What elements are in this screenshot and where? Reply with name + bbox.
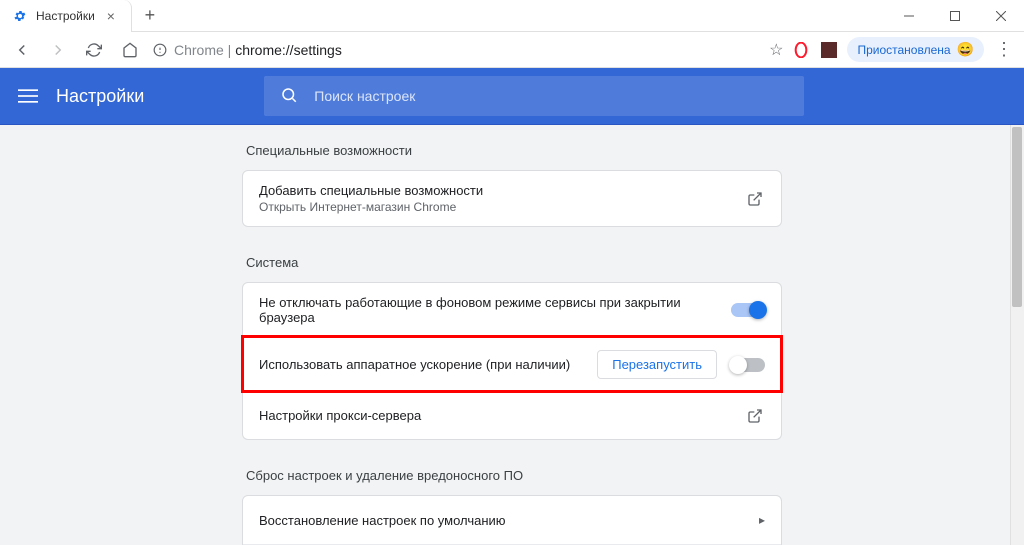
hardware-acceleration-row: Использовать аппаратное ускорение (при н… xyxy=(243,337,781,391)
accessibility-card: Добавить специальные возможности Открыть… xyxy=(242,170,782,227)
scrollbar-track[interactable] xyxy=(1010,125,1024,545)
opera-extension-icon[interactable] xyxy=(791,40,811,60)
settings-header: Настройки xyxy=(0,68,1024,124)
window-titlebar: Настройки × + xyxy=(0,0,1024,32)
restore-defaults-label: Восстановление настроек по умолчанию xyxy=(259,513,759,528)
reset-card: Восстановление настроек по умолчанию ▸ У… xyxy=(242,495,782,545)
reload-button[interactable] xyxy=(80,36,108,64)
site-info-icon[interactable] xyxy=(152,42,168,58)
home-button[interactable] xyxy=(116,36,144,64)
background-apps-toggle[interactable] xyxy=(731,303,765,317)
system-section-title: Система xyxy=(246,255,782,270)
search-icon xyxy=(280,86,298,107)
browser-toolbar: Chrome | chrome://settings ☆ Приостановл… xyxy=(0,32,1024,68)
browser-menu-button[interactable]: ⋮ xyxy=(992,38,1016,62)
add-accessibility-sub: Открыть Интернет-магазин Chrome xyxy=(259,200,745,214)
profile-avatar-icon: 😄 xyxy=(957,41,974,58)
tab-title: Настройки xyxy=(36,9,95,23)
system-card: Не отключать работающие в фоновом режиме… xyxy=(242,282,782,440)
profile-chip[interactable]: Приостановлена 😄 xyxy=(847,37,984,62)
add-accessibility-title: Добавить специальные возможности xyxy=(259,183,745,198)
browser-tab[interactable]: Настройки × xyxy=(0,0,132,32)
address-text: Chrome | chrome://settings xyxy=(174,42,342,58)
minimize-button[interactable] xyxy=(886,0,932,32)
back-button[interactable] xyxy=(8,36,36,64)
external-link-icon xyxy=(745,189,765,209)
restore-defaults-row[interactable]: Восстановление настроек по умолчанию ▸ xyxy=(243,496,781,544)
profile-label: Приостановлена xyxy=(857,43,950,57)
settings-search[interactable] xyxy=(264,76,804,116)
window-controls xyxy=(886,0,1024,32)
hardware-acceleration-toggle[interactable] xyxy=(731,358,765,372)
add-accessibility-row[interactable]: Добавить специальные возможности Открыть… xyxy=(243,171,781,226)
maximize-button[interactable] xyxy=(932,0,978,32)
address-bar[interactable]: Chrome | chrome://settings xyxy=(152,42,761,58)
proxy-settings-label: Настройки прокси-сервера xyxy=(259,408,745,423)
extension-icon[interactable] xyxy=(819,40,839,60)
menu-icon[interactable] xyxy=(16,84,40,108)
hardware-acceleration-label: Использовать аппаратное ускорение (при н… xyxy=(259,357,597,372)
tab-close-icon[interactable]: × xyxy=(103,8,119,24)
settings-title: Настройки xyxy=(56,86,144,107)
settings-gear-icon xyxy=(12,8,28,24)
chevron-right-icon: ▸ xyxy=(759,513,765,527)
bookmark-star-icon[interactable]: ☆ xyxy=(769,40,783,60)
scrollbar-thumb[interactable] xyxy=(1012,127,1022,307)
new-tab-button[interactable]: + xyxy=(136,2,164,30)
reset-section-title: Сброс настроек и удаление вредоносного П… xyxy=(246,468,782,483)
restart-button[interactable]: Перезапустить xyxy=(597,350,717,379)
background-apps-label: Не отключать работающие в фоновом режиме… xyxy=(259,295,731,325)
background-apps-row: Не отключать работающие в фоновом режиме… xyxy=(243,283,781,337)
close-window-button[interactable] xyxy=(978,0,1024,32)
external-link-icon xyxy=(745,406,765,426)
settings-page: Специальные возможности Добавить специал… xyxy=(0,124,1024,545)
search-input[interactable] xyxy=(314,88,788,104)
proxy-settings-row[interactable]: Настройки прокси-сервера xyxy=(243,391,781,439)
forward-button[interactable] xyxy=(44,36,72,64)
accessibility-section-title: Специальные возможности xyxy=(246,143,782,158)
